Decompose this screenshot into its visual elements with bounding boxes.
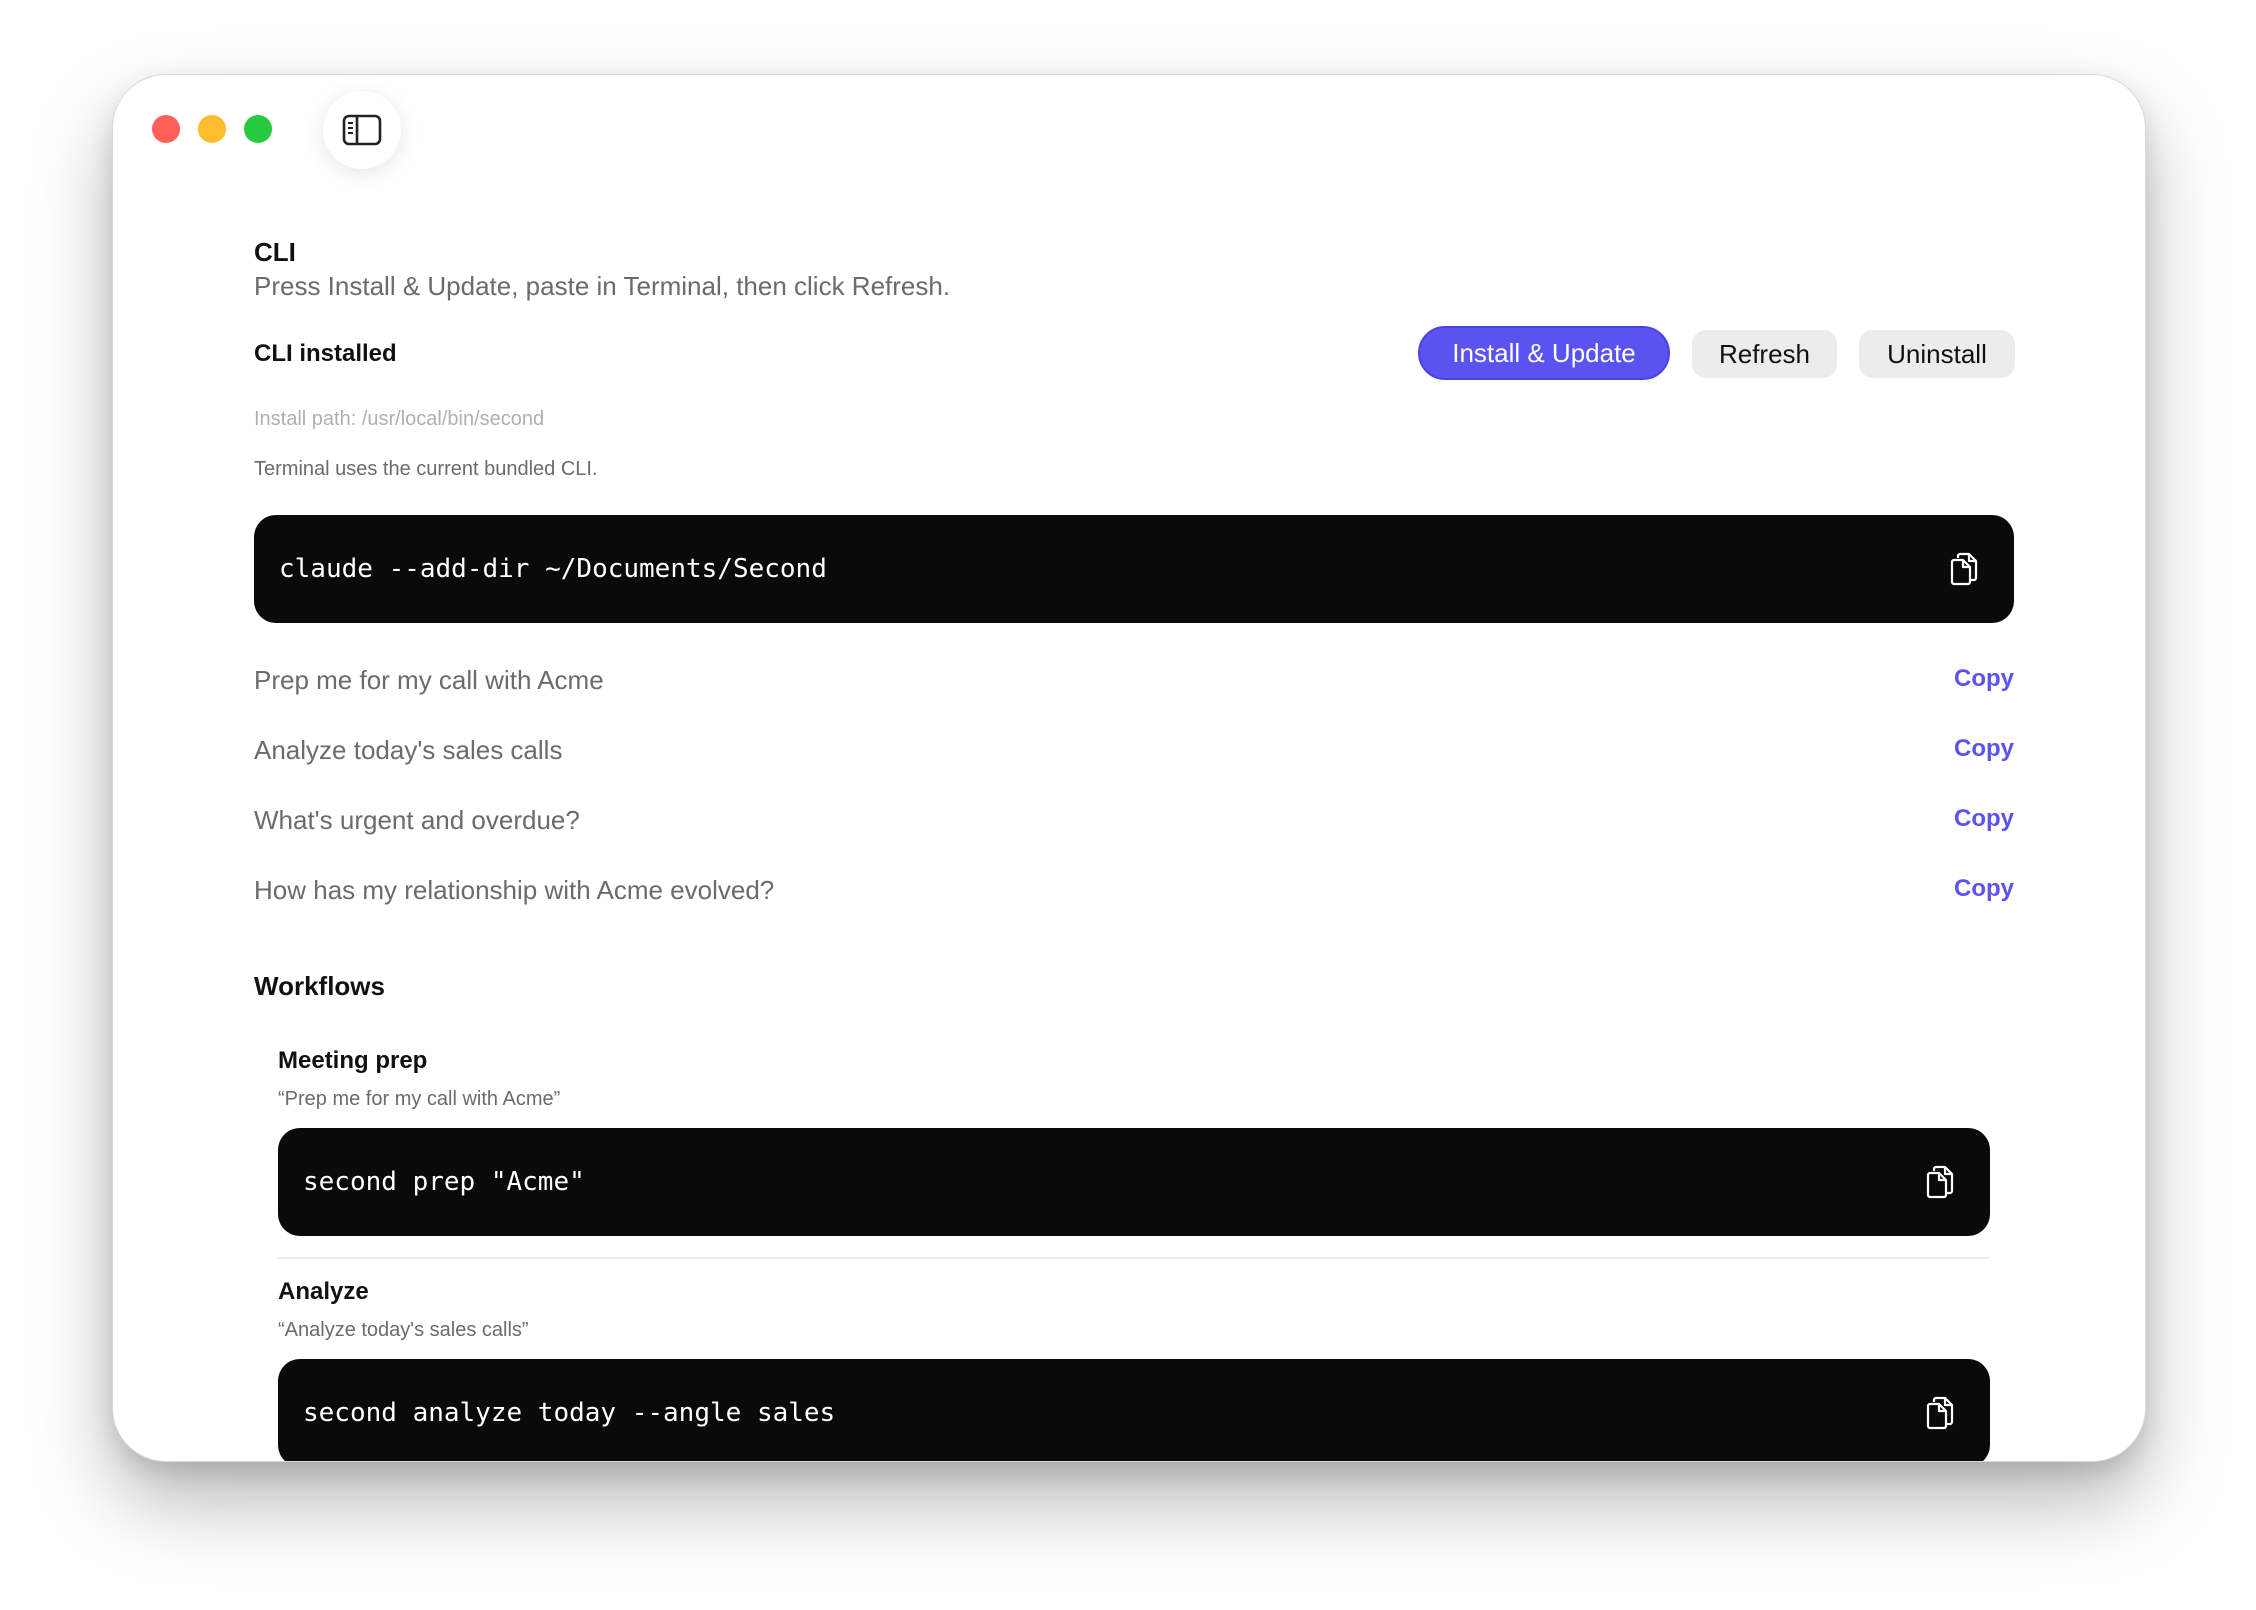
workflow-command-text: second prep "Acme" bbox=[303, 1167, 585, 1197]
workflow-title: Analyze bbox=[278, 1278, 369, 1305]
zoom-window-button[interactable] bbox=[244, 115, 272, 143]
terminal-note-text: Terminal uses the current bundled CLI. bbox=[254, 458, 598, 480]
install-path-text: Install path: /usr/local/bin/second bbox=[254, 408, 545, 430]
minimize-window-button[interactable] bbox=[198, 115, 226, 143]
workflow-command-text: second analyze today --angle sales bbox=[303, 1398, 836, 1428]
workflows-heading: Workflows bbox=[254, 971, 385, 1001]
prompt-copy-link[interactable]: Copy bbox=[1954, 665, 2014, 693]
close-window-button[interactable] bbox=[152, 115, 180, 143]
prompt-text: Prep me for my call with Acme bbox=[254, 665, 604, 695]
prompt-text: How has my relationship with Acme evolve… bbox=[254, 875, 775, 905]
copy-icon[interactable] bbox=[1924, 1165, 1954, 1199]
cli-section-title: CLI bbox=[254, 237, 296, 267]
cli-command-block: claude --add-dir ~/Documents/Second bbox=[254, 515, 2014, 623]
cli-status-label: CLI installed bbox=[254, 340, 397, 367]
workflow-quote: “Analyze today's sales calls” bbox=[278, 1319, 529, 1341]
cli-command-text: claude --add-dir ~/Documents/Second bbox=[279, 554, 827, 584]
install-update-button[interactable]: Install & Update bbox=[1418, 326, 1670, 380]
workflow-command-block: second analyze today --angle sales bbox=[278, 1359, 1990, 1461]
app-window: CLI Press Install & Update, paste in Ter… bbox=[112, 74, 2146, 1462]
copy-icon[interactable] bbox=[1924, 1396, 1954, 1430]
prompt-text: What's urgent and overdue? bbox=[254, 805, 580, 835]
refresh-button[interactable]: Refresh bbox=[1692, 330, 1837, 378]
prompt-row: Analyze today's sales calls Copy bbox=[113, 735, 2014, 775]
sidebar-toggle-button[interactable] bbox=[323, 91, 401, 169]
sidebar-icon bbox=[342, 114, 382, 146]
window-content: CLI Press Install & Update, paste in Ter… bbox=[113, 75, 2145, 1461]
uninstall-button[interactable]: Uninstall bbox=[1859, 330, 2015, 378]
copy-icon[interactable] bbox=[1948, 552, 1978, 586]
prompt-copy-link[interactable]: Copy bbox=[1954, 735, 2014, 763]
prompt-row: How has my relationship with Acme evolve… bbox=[113, 875, 2014, 915]
prompt-row: What's urgent and overdue? Copy bbox=[113, 805, 2014, 845]
prompt-copy-link[interactable]: Copy bbox=[1954, 875, 2014, 903]
workflow-command-block: second prep "Acme" bbox=[278, 1128, 1990, 1236]
workflow-quote: “Prep me for my call with Acme” bbox=[278, 1088, 561, 1110]
prompt-copy-link[interactable]: Copy bbox=[1954, 805, 2014, 833]
workflow-title: Meeting prep bbox=[278, 1047, 428, 1074]
workflow-divider bbox=[278, 1257, 1990, 1259]
cli-section-subtitle: Press Install & Update, paste in Termina… bbox=[254, 271, 951, 301]
stage: CLI Press Install & Update, paste in Ter… bbox=[0, 0, 2256, 1610]
prompt-row: Prep me for my call with Acme Copy bbox=[113, 665, 2014, 705]
prompt-text: Analyze today's sales calls bbox=[254, 735, 563, 765]
